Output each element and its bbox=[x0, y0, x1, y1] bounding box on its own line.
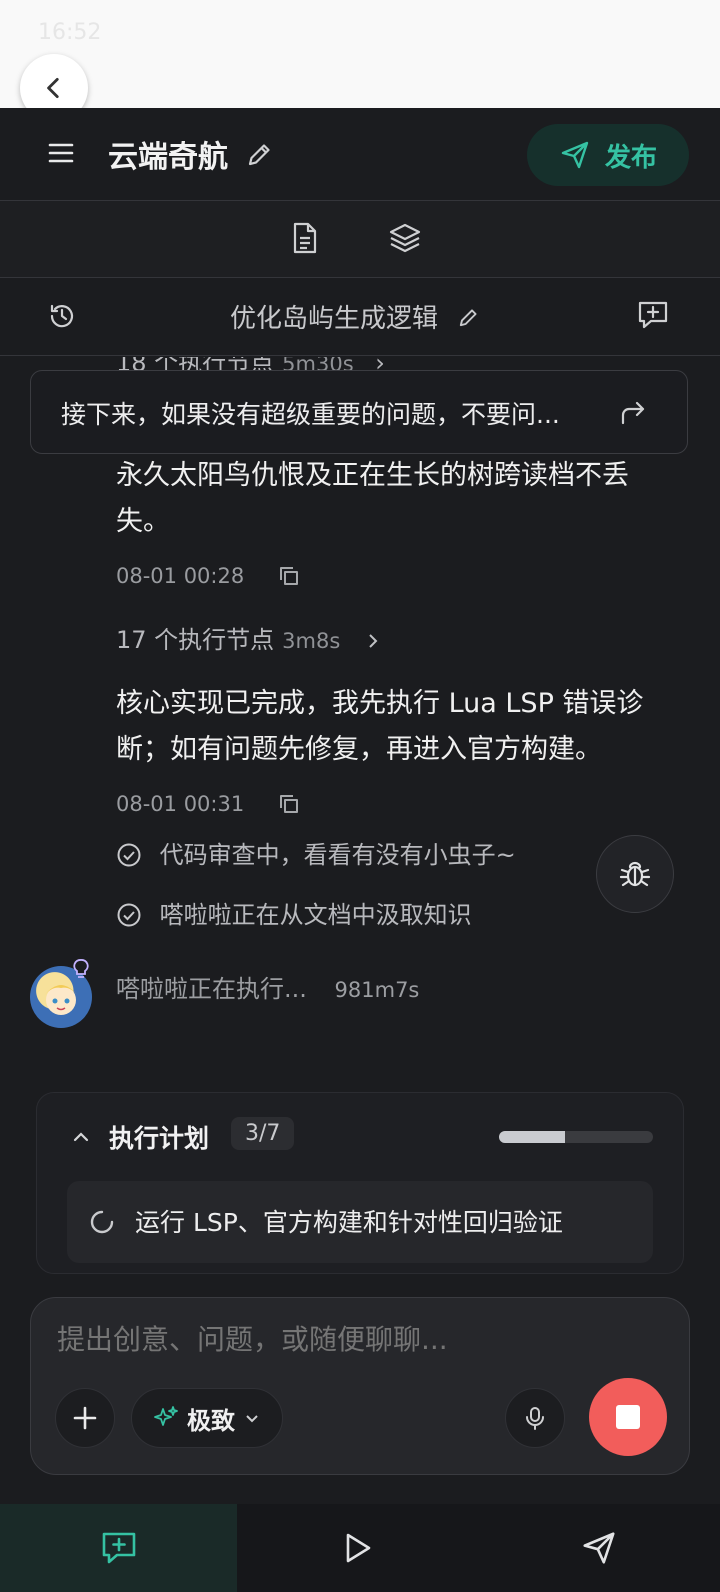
forward-icon[interactable] bbox=[619, 399, 647, 427]
chat-icon bbox=[102, 1532, 135, 1564]
message-line: 永久太阳鸟仇恨及正在生长的树跨读档不丢 bbox=[116, 460, 629, 491]
stop-button[interactable] bbox=[589, 1378, 667, 1456]
message-timestamp: 08-01 00:31 bbox=[116, 792, 301, 816]
chevron-right-icon bbox=[369, 634, 378, 648]
timestamp-text: 08-01 00:31 bbox=[116, 792, 245, 816]
plan-title: 执行计划 bbox=[109, 1124, 210, 1153]
timestamp-text: 08-01 00:28 bbox=[116, 564, 245, 588]
check-circle-icon bbox=[117, 903, 141, 927]
agent-status: 嗒啦啦正在执行... 981m7s bbox=[116, 969, 419, 1004]
agent-elapsed: 981m7s bbox=[334, 978, 420, 1002]
app-title: 云端奇航 bbox=[108, 140, 228, 175]
nodes-label: 17 个执行节点 bbox=[116, 626, 275, 654]
mode-label: 极致 bbox=[187, 1406, 235, 1435]
execution-plan-card: 执行计划 3/7 运行 LSP、官方构建和针对性回归验证 bbox=[36, 1092, 684, 1274]
divider bbox=[0, 355, 720, 356]
plan-progress bbox=[499, 1131, 653, 1143]
copy-icon[interactable] bbox=[277, 564, 301, 588]
stop-icon bbox=[616, 1405, 640, 1429]
nav-chat[interactable] bbox=[0, 1504, 237, 1592]
session-title-text: 优化岛屿生成逻辑 bbox=[230, 304, 439, 334]
pinned-prompt[interactable]: 接下来，如果没有超级重要的问题，不要问... bbox=[30, 370, 688, 454]
plan-count: 3/7 bbox=[231, 1117, 295, 1150]
chevron-down-icon bbox=[246, 1415, 258, 1423]
edit-icon[interactable] bbox=[244, 140, 274, 170]
plan-item-text: 运行 LSP、官方构建和针对性回归验证 bbox=[135, 1208, 563, 1237]
spinner-icon bbox=[90, 1210, 114, 1234]
view-toolbar bbox=[0, 201, 720, 277]
message-line: 断；如有问题先修复，再进入官方构建。 bbox=[116, 734, 602, 765]
assistant-message: 核心实现已完成，我先执行 Lua LSP 错误诊 断；如有问题先修复，再进入官方… bbox=[116, 681, 686, 773]
status-row: 代码审查中，看看有没有小虫子~ bbox=[116, 835, 516, 870]
voice-button[interactable] bbox=[505, 1388, 565, 1448]
check-circle-icon bbox=[117, 843, 141, 867]
session-title[interactable]: 优化岛屿生成逻辑 bbox=[230, 298, 480, 335]
message-timestamp: 08-01 00:28 bbox=[116, 564, 301, 588]
send-icon bbox=[582, 1532, 615, 1564]
status-bar: 16:52 bbox=[0, 0, 720, 108]
status-row: 嗒啦啦正在从文档中汲取知识 bbox=[116, 895, 472, 930]
nav-publish[interactable] bbox=[477, 1504, 720, 1592]
status-time: 16:52 bbox=[38, 20, 102, 45]
bug-icon bbox=[619, 861, 651, 887]
bottom-nav bbox=[0, 1504, 720, 1592]
status-text: 嗒啦啦正在从文档中汲取知识 bbox=[159, 901, 472, 929]
message-input[interactable] bbox=[55, 1322, 659, 1357]
plus-icon bbox=[73, 1406, 97, 1430]
plan-item-current[interactable]: 运行 LSP、官方构建和针对性回归验证 bbox=[67, 1181, 653, 1263]
mic-icon bbox=[526, 1407, 544, 1430]
sparkle-icon bbox=[154, 1406, 178, 1426]
nodes-duration: 3m8s bbox=[282, 629, 341, 653]
publish-label: 发布 bbox=[604, 142, 657, 173]
menu-icon[interactable] bbox=[46, 138, 76, 168]
lightbulb-icon bbox=[73, 959, 89, 978]
document-icon[interactable] bbox=[290, 221, 320, 255]
new-chat-icon[interactable] bbox=[636, 298, 670, 332]
pinned-prompt-text: 接下来，如果没有超级重要的问题，不要问... bbox=[61, 400, 560, 429]
bug-button[interactable] bbox=[596, 835, 674, 913]
send-icon bbox=[561, 141, 589, 169]
edit-icon[interactable] bbox=[456, 306, 480, 330]
add-button[interactable] bbox=[55, 1388, 115, 1448]
publish-button[interactable]: 发布 bbox=[527, 124, 689, 186]
copy-icon[interactable] bbox=[277, 792, 301, 816]
nav-run[interactable] bbox=[237, 1504, 477, 1592]
back-icon bbox=[47, 77, 59, 99]
message-line: 失。 bbox=[116, 506, 170, 537]
play-icon bbox=[346, 1533, 371, 1563]
chevron-up-icon[interactable] bbox=[71, 1127, 91, 1147]
mode-selector[interactable]: 极致 bbox=[131, 1388, 283, 1448]
history-icon[interactable] bbox=[46, 300, 78, 332]
composer: 极致 bbox=[30, 1297, 690, 1475]
assistant-message: 永久太阳鸟仇恨及正在生长的树跨读档不丢 失。 bbox=[116, 453, 676, 545]
agent-status-label: 嗒啦啦正在执行... bbox=[116, 975, 307, 1003]
plan-progress-fill bbox=[499, 1131, 566, 1143]
layers-icon[interactable] bbox=[388, 221, 422, 255]
status-text: 代码审查中，看看有没有小虫子~ bbox=[159, 841, 516, 869]
execution-nodes-row[interactable]: 17 个执行节点 3m8s bbox=[116, 620, 382, 655]
message-line: 核心实现已完成，我先执行 Lua LSP 错误诊 bbox=[116, 688, 644, 719]
